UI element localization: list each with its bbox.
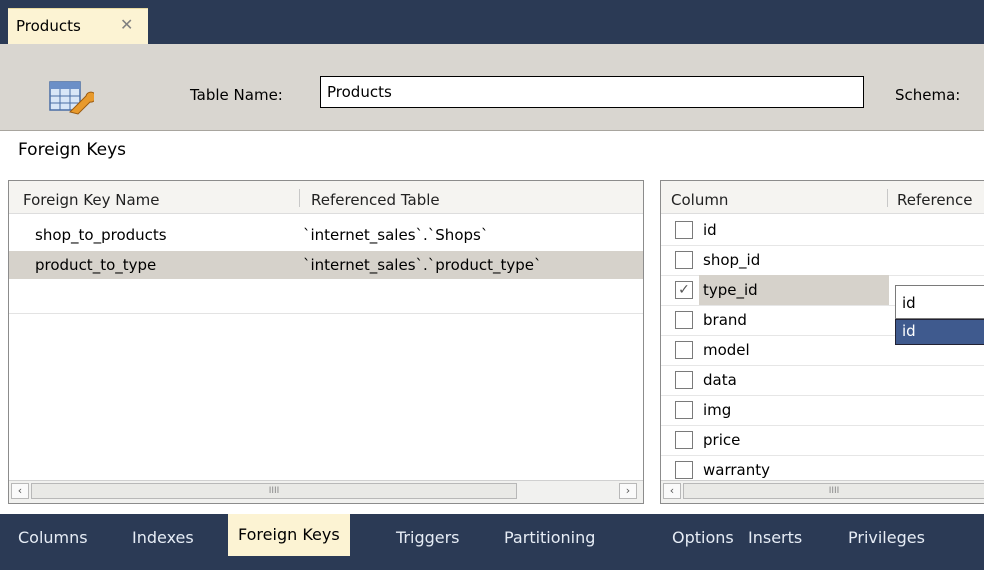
tab-indexes[interactable]: Indexes xyxy=(122,520,204,556)
table-name-label: Table Name: xyxy=(190,86,283,104)
tab-triggers[interactable]: Triggers xyxy=(386,520,470,556)
column-checkbox[interactable] xyxy=(675,251,693,269)
scroll-left-button[interactable]: ‹ xyxy=(11,483,29,499)
fk-name-column-header[interactable]: Foreign Key Name xyxy=(23,191,160,209)
fk-name-cell: product_to_type xyxy=(35,256,157,274)
foreign-keys-grid[interactable]: Foreign Key Name Referenced Table shop_t… xyxy=(8,180,644,504)
tab-foreign-keys[interactable]: Foreign Keys xyxy=(228,514,350,556)
scroll-right-button[interactable]: › xyxy=(619,483,637,499)
column-row[interactable]: data xyxy=(661,365,984,396)
column-name: type_id xyxy=(699,275,889,305)
tab-privileges[interactable]: Privileges xyxy=(838,520,935,556)
tab-products-label: Products xyxy=(16,17,81,35)
column-separator[interactable] xyxy=(299,189,300,207)
column-name: model xyxy=(703,341,750,359)
column-name: shop_id xyxy=(703,251,761,269)
fk-ref-table-cell: `internet_sales`.`Shops` xyxy=(303,226,489,244)
fk-name-cell: shop_to_products xyxy=(35,226,167,244)
column-name: brand xyxy=(703,311,747,329)
tab-options[interactable]: Options xyxy=(662,520,744,556)
schema-label: Schema: xyxy=(895,86,961,104)
table-wrench-icon xyxy=(49,81,94,115)
scroll-left-button[interactable]: ‹ xyxy=(663,483,681,499)
table-header: Table Name: Schema: xyxy=(0,44,984,131)
section-title: Foreign Keys xyxy=(18,140,127,160)
column-row[interactable]: id xyxy=(661,215,984,246)
columns-grid-header: Column Reference xyxy=(661,181,984,214)
referenced-table-column-header[interactable]: Referenced Table xyxy=(311,191,440,209)
scroll-thumb[interactable]: IIII xyxy=(683,483,984,499)
document-tab-bar: Products ✕ xyxy=(0,0,984,45)
tab-inserts[interactable]: Inserts xyxy=(738,520,812,556)
dropdown-option[interactable]: id xyxy=(895,319,984,345)
column-checkbox[interactable]: ✓ xyxy=(675,281,693,299)
close-icon[interactable]: ✕ xyxy=(120,15,133,34)
fk-grid-header: Foreign Key Name Referenced Table xyxy=(9,181,643,214)
editor-tab-bar: Columns Indexes Foreign Keys Triggers Pa… xyxy=(0,514,984,570)
referenced-column-combo[interactable]: id xyxy=(895,285,984,319)
column-checkbox[interactable] xyxy=(675,371,693,389)
row-divider xyxy=(9,313,643,314)
column-name: id xyxy=(703,221,717,239)
column-row[interactable]: shop_id xyxy=(661,245,984,276)
fk-row[interactable]: shop_to_products `internet_sales`.`Shops… xyxy=(9,221,643,249)
column-checkbox[interactable] xyxy=(675,401,693,419)
column-row[interactable]: img xyxy=(661,395,984,426)
reference-column-header[interactable]: Reference xyxy=(897,191,973,209)
column-name: price xyxy=(703,431,741,449)
column-checkbox[interactable] xyxy=(675,311,693,329)
column-checkbox[interactable] xyxy=(675,341,693,359)
tab-columns[interactable]: Columns xyxy=(8,520,98,556)
column-name: data xyxy=(703,371,737,389)
fk-columns-grid[interactable]: Column Reference id shop_id ✓ type_idbrand m… xyxy=(660,180,984,504)
fk-ref-table-cell: `internet_sales`.`product_type` xyxy=(303,256,542,274)
columns-horizontal-scrollbar[interactable]: ‹ IIII xyxy=(661,480,984,503)
column-row[interactable]: price xyxy=(661,425,984,456)
tab-products[interactable]: Products ✕ xyxy=(8,8,148,45)
table-name-input[interactable] xyxy=(320,76,864,108)
column-separator[interactable] xyxy=(887,189,888,207)
column-checkbox[interactable] xyxy=(675,431,693,449)
scroll-thumb[interactable]: IIII xyxy=(31,483,517,499)
column-name: img xyxy=(703,401,732,419)
column-column-header[interactable]: Column xyxy=(671,191,728,209)
column-checkbox[interactable] xyxy=(675,461,693,479)
fk-horizontal-scrollbar[interactable]: ‹ IIII › xyxy=(9,480,643,503)
fk-row-selected[interactable]: product_to_type `internet_sales`.`produc… xyxy=(9,251,643,279)
tab-partitioning[interactable]: Partitioning xyxy=(494,520,605,556)
column-checkbox[interactable] xyxy=(675,221,693,239)
